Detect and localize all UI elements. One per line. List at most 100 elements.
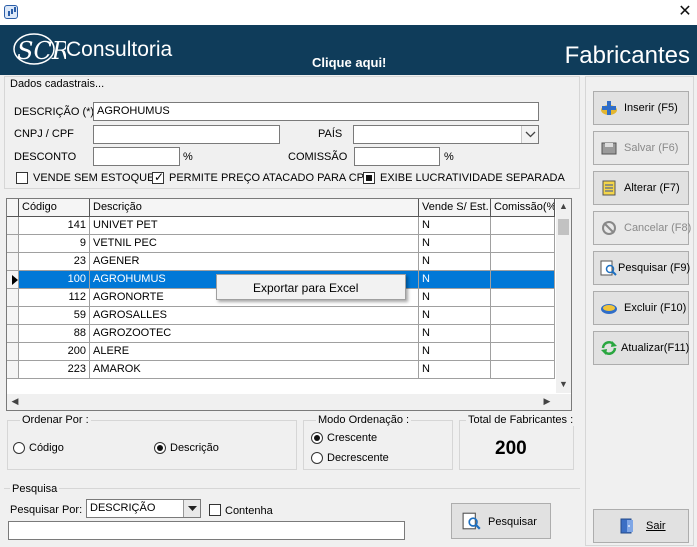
desconto-input[interactable] [93, 147, 180, 166]
cell-codigo[interactable]: 23 [19, 253, 90, 271]
close-button[interactable]: ✕ [674, 2, 696, 22]
cell-comissao[interactable] [491, 235, 555, 253]
contenha-checkbox[interactable] [209, 504, 221, 516]
column-header-descricao[interactable]: Descrição [90, 199, 419, 217]
column-header-codigo[interactable]: Código [19, 199, 90, 217]
row-indicator[interactable] [7, 343, 19, 361]
table-row[interactable]: 59 AGROSALLES N [7, 307, 555, 325]
permite-preco-checkbox[interactable] [152, 170, 164, 184]
table-row[interactable]: 200 ALERE N [7, 343, 555, 361]
salvar-button[interactable]: Salvar (F6) [593, 131, 689, 165]
cell-descricao[interactable]: AGROSALLES [90, 307, 419, 325]
search-doc-icon [600, 260, 617, 276]
cnpj-input[interactable] [93, 125, 280, 144]
ordenar-codigo-radio[interactable] [13, 442, 25, 454]
sair-button[interactable]: Sair [593, 509, 689, 543]
grid-horizontal-scrollbar[interactable]: ◀ ▶ [7, 394, 571, 410]
cell-comissao[interactable] [491, 271, 555, 289]
cell-comissao[interactable] [491, 343, 555, 361]
row-indicator[interactable] [7, 217, 19, 235]
cell-comissao[interactable] [491, 307, 555, 325]
logo-icon: SCR [13, 33, 66, 65]
column-header-comissao[interactable]: Comissão(%) [491, 199, 555, 217]
table-row[interactable]: 88 AGROZOOTEC N [7, 325, 555, 343]
cell-codigo[interactable]: 112 [19, 289, 90, 307]
scroll-thumb[interactable] [558, 219, 569, 235]
pesquisar-search-button[interactable]: Pesquisar [451, 503, 551, 539]
crescente-radio[interactable] [311, 432, 323, 444]
clique-aqui-link[interactable]: Clique aqui! [312, 55, 386, 70]
cell-vende[interactable]: N [419, 325, 491, 343]
ordenar-title: Ordenar Por : [20, 414, 91, 426]
alterar-button[interactable]: Alterar (F7) [593, 171, 689, 205]
cell-comissao[interactable] [491, 217, 555, 235]
cell-comissao[interactable] [491, 325, 555, 343]
scroll-down-icon[interactable]: ▼ [556, 379, 571, 389]
cell-descricao[interactable]: AGROZOOTEC [90, 325, 419, 343]
cell-vende[interactable]: N [419, 361, 491, 379]
cell-codigo[interactable]: 141 [19, 217, 90, 235]
cell-descricao[interactable]: AMAROK [90, 361, 419, 379]
row-indicator[interactable] [7, 325, 19, 343]
excluir-label: Excluir (F10) [624, 302, 687, 314]
cell-vende[interactable]: N [419, 271, 491, 289]
comissao-input[interactable] [354, 147, 440, 166]
cell-vende[interactable]: N [419, 307, 491, 325]
cell-vende[interactable]: N [419, 289, 491, 307]
ordenar-descricao-radio[interactable] [154, 442, 166, 454]
cell-vende[interactable]: N [419, 235, 491, 253]
cell-codigo[interactable]: 59 [19, 307, 90, 325]
insert-plus-icon [601, 101, 617, 115]
pesquisa-input[interactable] [8, 521, 405, 540]
row-indicator[interactable] [7, 271, 19, 289]
comissao-percent: % [444, 151, 454, 163]
table-row[interactable]: 223 AMAROK N [7, 361, 555, 379]
scroll-right-icon[interactable]: ▶ [541, 396, 553, 407]
cell-codigo[interactable]: 9 [19, 235, 90, 253]
scroll-up-icon[interactable]: ▲ [556, 201, 571, 211]
atualizar-button[interactable]: Atualizar(F11) [593, 331, 689, 365]
cell-descricao[interactable]: ALERE [90, 343, 419, 361]
scroll-left-icon[interactable]: ◀ [9, 396, 21, 407]
cell-descricao[interactable]: AGENER [90, 253, 419, 271]
cell-codigo[interactable]: 223 [19, 361, 90, 379]
row-indicator[interactable] [7, 235, 19, 253]
row-indicator[interactable] [7, 307, 19, 325]
table-row[interactable]: 141 UNIVET PET N [7, 217, 555, 235]
cancelar-button[interactable]: Cancelar (F8) [593, 211, 691, 245]
table-row[interactable]: 9 VETNIL PEC N [7, 235, 555, 253]
row-indicator[interactable] [7, 289, 19, 307]
grid-vertical-scrollbar[interactable]: ▲ ▼ [556, 199, 571, 393]
cell-comissao[interactable] [491, 289, 555, 307]
exibe-lucratividade-checkbox[interactable] [363, 172, 375, 184]
cell-codigo[interactable]: 100 [19, 271, 90, 289]
cell-vende[interactable]: N [419, 217, 491, 235]
cell-descricao[interactable]: UNIVET PET [90, 217, 419, 235]
row-indicator[interactable] [7, 361, 19, 379]
salvar-label: Salvar (F6) [624, 142, 679, 154]
cell-vende[interactable]: N [419, 253, 491, 271]
exit-door-icon [620, 518, 633, 534]
cell-descricao[interactable]: VETNIL PEC [90, 235, 419, 253]
cell-comissao[interactable] [491, 361, 555, 379]
table-row[interactable]: 23 AGENER N [7, 253, 555, 271]
inserir-button[interactable]: Inserir (F5) [593, 91, 689, 125]
cell-comissao[interactable] [491, 253, 555, 271]
pais-select[interactable] [353, 125, 539, 144]
chevron-down-icon [525, 131, 536, 138]
fabricantes-grid[interactable]: Código Descrição Vende S/ Est. Comissão(… [6, 198, 572, 411]
descricao-label: DESCRIÇÃO (*) [14, 106, 95, 118]
decrescente-radio[interactable] [311, 452, 323, 464]
pesquisar-por-dropdown[interactable] [183, 500, 200, 517]
row-indicator[interactable] [7, 253, 19, 271]
context-menu-exportar-excel[interactable]: Exportar para Excel [216, 274, 406, 300]
excluir-button[interactable]: Excluir (F10) [593, 291, 689, 325]
descricao-input[interactable]: AGROHUMUS [93, 102, 539, 121]
cell-codigo[interactable]: 200 [19, 343, 90, 361]
cell-vende[interactable]: N [419, 343, 491, 361]
column-header-vende[interactable]: Vende S/ Est. [419, 199, 491, 217]
pais-dropdown-button[interactable] [521, 126, 538, 143]
cell-codigo[interactable]: 88 [19, 325, 90, 343]
pesquisar-f9-button[interactable]: Pesquisar (F9) [593, 251, 690, 285]
vende-sem-estoque-checkbox[interactable] [16, 172, 28, 184]
